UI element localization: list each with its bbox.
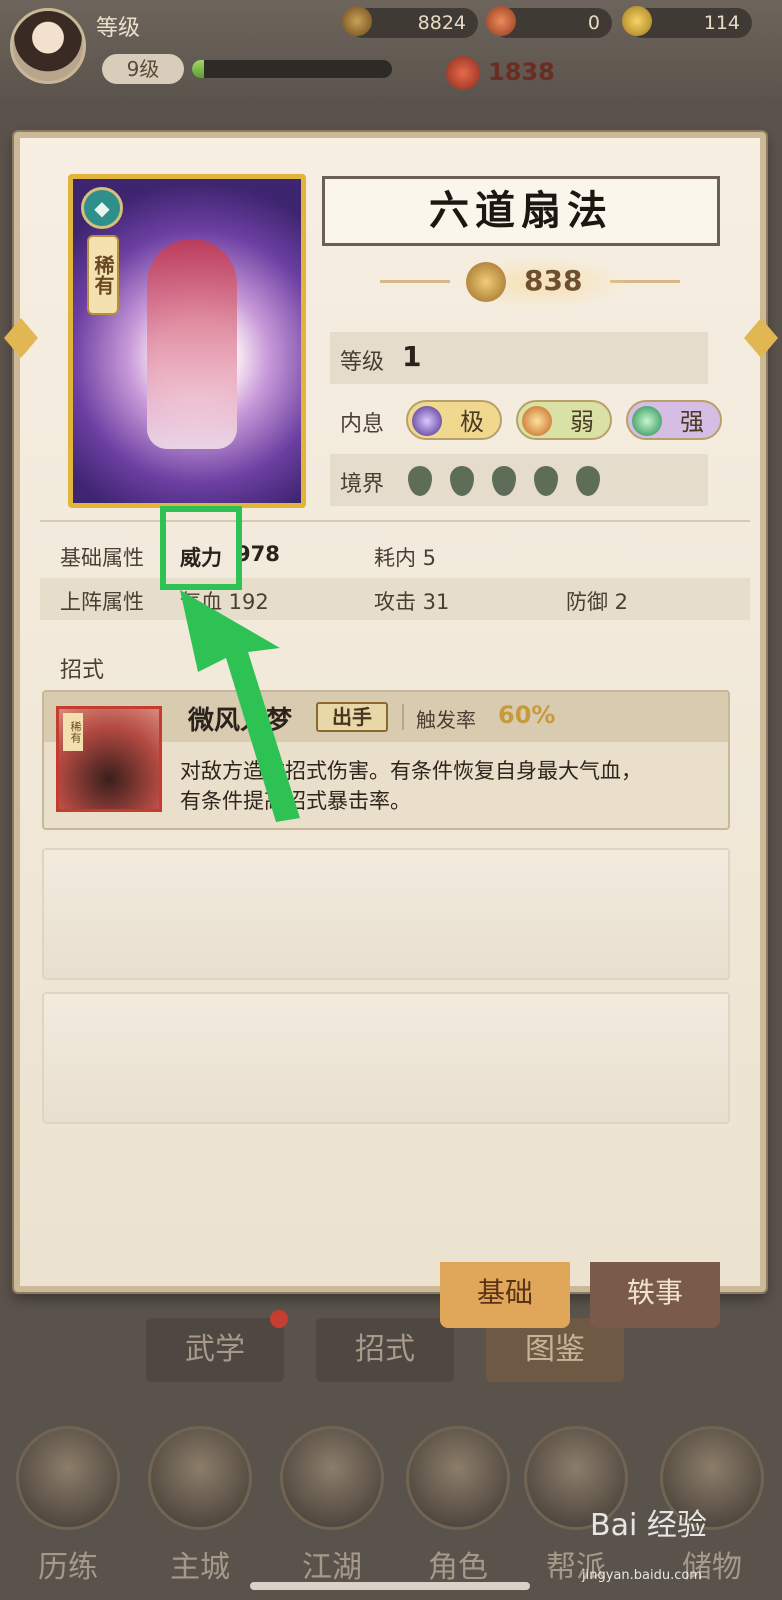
city-icon: [148, 1426, 252, 1530]
level-row: 等级 1: [330, 332, 708, 384]
section-divider: [40, 520, 750, 522]
attr-attack: 攻击 31: [374, 590, 450, 614]
realm-bead-icon: [534, 466, 558, 496]
realm-bead-icon: [408, 466, 432, 496]
nav-jianghu-label: 江湖: [302, 1550, 362, 1585]
martial-power-row: 838: [380, 256, 680, 310]
jianghu-icon: [280, 1426, 384, 1530]
skill-rarity-tag: 稀有: [63, 713, 83, 751]
empty-skill-slot: [42, 992, 730, 1124]
jade-icon: [632, 406, 662, 436]
level-label: 等级: [340, 350, 385, 375]
experience-bar: [192, 60, 392, 78]
nav-training-label: 历练: [38, 1550, 98, 1585]
sword-power-icon: [466, 262, 506, 302]
token-icon: [486, 6, 516, 36]
currency-token[interactable]: 0: [486, 6, 612, 38]
currency-gold-value: 114: [703, 12, 740, 34]
notification-dot: [270, 1310, 288, 1328]
training-icon: [16, 1426, 120, 1530]
baidu-watermark: Bai 经验: [590, 1508, 707, 1543]
level-value: 1: [402, 340, 422, 373]
tutorial-arrow-icon: [180, 590, 300, 822]
skill-type-tag: 出手: [316, 702, 388, 732]
character-icon: [406, 1426, 510, 1530]
moon-icon: [412, 406, 442, 436]
trigger-rate-label: 触发率: [416, 708, 476, 732]
tab-basic[interactable]: 基础: [440, 1262, 570, 1328]
currency-gold[interactable]: 114: [622, 6, 752, 38]
nav-main-city[interactable]: 主城: [140, 1426, 260, 1596]
realm-row: 境界: [330, 454, 708, 506]
empty-skill-slot: [42, 848, 730, 980]
currency-token-value: 0: [587, 12, 600, 34]
nav-training[interactable]: 历练: [8, 1426, 128, 1596]
home-indicator: [250, 1582, 530, 1590]
martial-power-value: 838: [524, 264, 583, 297]
base-attribute-label: 基础属性: [60, 546, 144, 570]
realm-label: 境界: [340, 472, 385, 497]
ornament-left: [380, 280, 450, 283]
currency-copper[interactable]: 8824: [342, 6, 478, 38]
realm-bead-icon: [450, 466, 474, 496]
player-level-pill: 9级: [102, 54, 184, 84]
skill-portrait-icon: 稀有: [56, 706, 162, 812]
nav-character-label: 角色: [428, 1550, 488, 1585]
breath-tag-strong-label: 强: [680, 408, 704, 436]
base-attribute-row: 基础属性 威力 978 耗内 5: [40, 534, 750, 576]
attr-defense: 防御 2: [566, 590, 629, 614]
top-status-bar: 等级 9级 8824 0 114 1838: [0, 0, 782, 100]
sun-icon: [522, 406, 552, 436]
formation-attribute-label: 上阵属性: [60, 590, 144, 614]
realm-bead-icon: [576, 466, 600, 496]
breath-row: 内息 极 弱 强: [330, 394, 722, 446]
realm-bead-icon: [492, 466, 516, 496]
trigger-rate-value: 60%: [498, 701, 556, 729]
baidu-watermark-url: jingyan.baidu.com: [582, 1568, 702, 1583]
formation-attribute-row: 上阵属性 气血 192 攻击 31 防御 2: [40, 578, 750, 620]
fan-emblem-icon: ◆: [81, 187, 123, 229]
player-level-label: 等级: [96, 16, 141, 41]
tab-story[interactable]: 轶事: [590, 1262, 720, 1328]
attr-cost: 耗内 5: [374, 546, 437, 570]
breath-tag-weak[interactable]: 弱: [516, 400, 612, 440]
breath-tag-weak-label: 弱: [570, 408, 594, 436]
moves-section-label: 招式: [60, 658, 105, 683]
card-rarity-tag: 稀有: [87, 235, 119, 315]
bg-tab-moves: 招式: [316, 1318, 454, 1382]
martial-art-card: ◆ 稀有: [68, 174, 306, 508]
martial-art-title: 六道扇法: [322, 176, 720, 246]
power-icon: [446, 56, 480, 90]
breath-tag-strong[interactable]: 强: [626, 400, 722, 440]
skill-separator: [402, 704, 404, 730]
player-avatar[interactable]: [10, 8, 86, 84]
nav-character[interactable]: 角色: [398, 1426, 518, 1596]
breath-label: 内息: [340, 412, 385, 437]
currency-copper-value: 8824: [417, 12, 466, 34]
player-power-value: 1838: [488, 58, 555, 86]
breath-tag-extreme[interactable]: 极: [406, 400, 502, 440]
bg-tab-martial: 武学: [146, 1318, 284, 1382]
card-character-art: [147, 239, 237, 449]
martial-art-detail-panel: ◆ 稀有 六道扇法 838 等级 1 内息 极 弱 强 境界 基础属性 威力 9…: [14, 132, 766, 1292]
breath-tag-extreme-label: 极: [460, 408, 484, 436]
tutorial-highlight-box: [160, 506, 242, 590]
nav-jianghu[interactable]: 江湖: [272, 1426, 392, 1596]
attr-power-value: 978: [236, 542, 280, 566]
gold-ingot-icon: [622, 6, 652, 36]
coin-icon: [342, 6, 372, 36]
nav-main-city-label: 主城: [170, 1550, 230, 1585]
experience-fill: [192, 60, 204, 78]
skill-card[interactable]: 稀有 微风入梦 出手 触发率 60% 对敌方造成招式伤害。有条件恢复自身最大气血…: [42, 690, 730, 830]
